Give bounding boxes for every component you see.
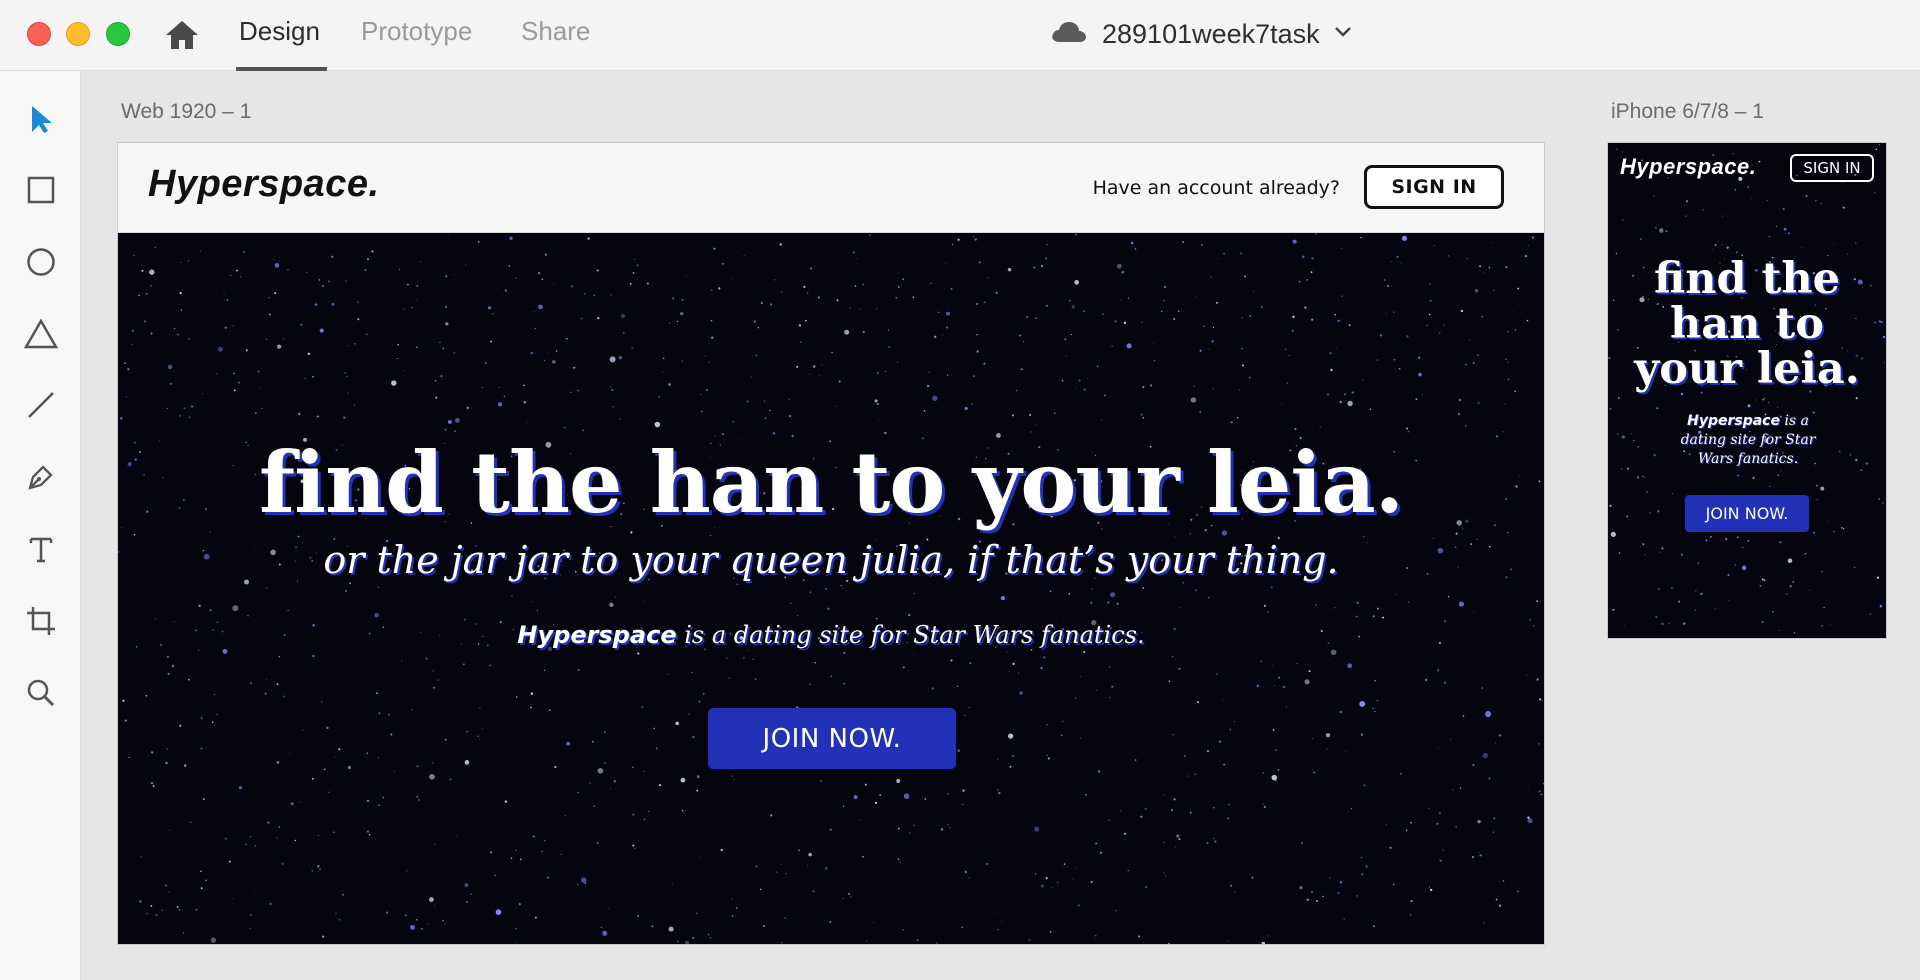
- headline-line: han to: [1670, 299, 1824, 349]
- cloud-icon: [1050, 20, 1088, 49]
- tagline-brand: Hyperspace: [1687, 413, 1780, 429]
- line-icon[interactable]: [20, 384, 62, 426]
- tab-prototype[interactable]: Prototype: [361, 16, 472, 47]
- phone-site-logo[interactable]: Hyperspace.: [1620, 154, 1756, 180]
- minimize-window-button[interactable]: [66, 22, 90, 46]
- tab-share[interactable]: Share: [521, 16, 590, 47]
- ellipse-icon[interactable]: [20, 241, 62, 283]
- active-tab-indicator: [236, 67, 327, 71]
- artboard-label-phone[interactable]: iPhone 6/7/8 – 1: [1611, 100, 1764, 124]
- account-prompt: Have an account already?: [1092, 177, 1340, 199]
- site-logo[interactable]: Hyperspace.: [148, 163, 380, 206]
- document-name: 289101week7task: [1102, 18, 1320, 49]
- title-bar: Design Prototype Share 289101week7task: [0, 0, 1920, 71]
- starfield-background: [118, 233, 1544, 944]
- pen-icon[interactable]: [20, 456, 62, 498]
- phone-hero-headline: find the han to your leia.: [1608, 257, 1886, 392]
- artboard-label-web[interactable]: Web 1920 – 1: [121, 100, 251, 124]
- site-header: Hyperspace. Have an account already? SIG…: [118, 143, 1544, 233]
- headline-line: find the: [1653, 254, 1841, 304]
- tagline-brand: Hyperspace: [517, 621, 677, 649]
- tagline-text: is a dating site for Star Wars fanatics.: [676, 621, 1145, 649]
- chevron-down-icon[interactable]: [1334, 25, 1352, 43]
- document-title[interactable]: 289101week7task: [1050, 16, 1352, 52]
- zoom-icon[interactable]: [20, 672, 62, 714]
- zoom-window-button[interactable]: [106, 22, 130, 46]
- artboard-icon[interactable]: [20, 600, 62, 642]
- join-now-button[interactable]: JOIN NOW.: [708, 708, 956, 769]
- hero-subheadline: or the jar jar to your queen julia, if t…: [323, 538, 1339, 582]
- artboard-web[interactable]: Hyperspace. Have an account already? SIG…: [117, 142, 1545, 945]
- phone-join-now-button[interactable]: JOIN NOW.: [1685, 495, 1809, 532]
- close-window-button[interactable]: [27, 22, 51, 46]
- tab-design[interactable]: Design: [239, 16, 320, 47]
- home-icon[interactable]: [164, 18, 200, 52]
- text-icon[interactable]: [20, 528, 62, 570]
- hero-headline: find the han to your leia.: [259, 433, 1404, 532]
- hero-tagline: Hyperspace is a dating site for Star War…: [118, 621, 1544, 649]
- phone-sign-in-button[interactable]: SIGN IN: [1790, 154, 1874, 182]
- rectangle-icon[interactable]: [20, 169, 62, 211]
- sign-in-button[interactable]: SIGN IN: [1364, 165, 1504, 209]
- hero-section: find the han to your leia. or the jar ja…: [118, 233, 1544, 944]
- headline-line: your leia.: [1634, 344, 1860, 394]
- phone-hero-tagline: Hyperspace is a dating site for Star War…: [1668, 412, 1828, 469]
- artboard-phone[interactable]: Hyperspace. SIGN IN find the han to your…: [1607, 142, 1887, 639]
- select-icon[interactable]: [20, 98, 62, 140]
- tools-panel: [0, 71, 81, 980]
- triangle-icon[interactable]: [20, 313, 62, 355]
